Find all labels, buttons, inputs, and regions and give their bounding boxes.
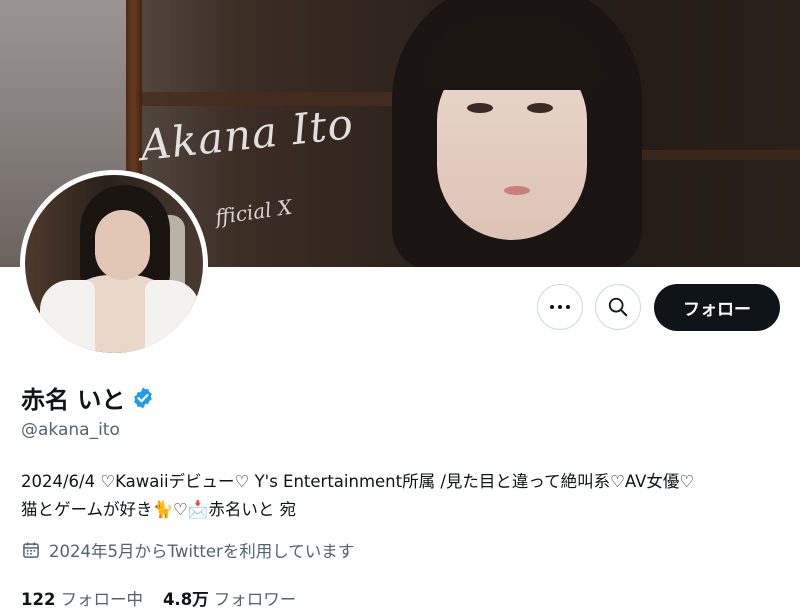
banner-signature-sub: fficial X bbox=[213, 194, 294, 230]
banner-eye-right bbox=[527, 103, 553, 113]
more-horizontal-icon bbox=[550, 305, 570, 309]
followers-link[interactable]: 4.8万 フォロワー bbox=[163, 586, 296, 610]
calendar-icon bbox=[23, 542, 39, 558]
follow-button[interactable]: フォロー bbox=[654, 284, 780, 331]
verified-badge-icon[interactable] bbox=[131, 386, 155, 410]
avatar[interactable] bbox=[20, 170, 208, 358]
join-date-text: 2024年5月からTwitterを利用しています bbox=[49, 542, 355, 561]
bio-line-1: 2024/6/4 ♡Kawaiiデビュー♡ Y's Entertainment所… bbox=[21, 472, 695, 491]
banner-eye-left bbox=[467, 103, 493, 113]
avatar-face bbox=[95, 210, 150, 280]
follow-stats: 122 フォロー中 4.8万 フォロワー bbox=[21, 586, 296, 610]
name-row: 赤名 いと bbox=[21, 380, 155, 415]
bio-line-2: 猫とゲームが好き🐈♡📩赤名いと 宛 bbox=[21, 500, 297, 519]
avatar-shirt-right bbox=[145, 280, 200, 353]
avatar-shirt-left bbox=[40, 280, 95, 353]
following-link[interactable]: 122 フォロー中 bbox=[21, 586, 143, 610]
avatar-image bbox=[25, 175, 203, 353]
banner-signature: Akana Ito bbox=[138, 98, 357, 171]
banner-shelf bbox=[142, 92, 402, 106]
banner-portrait bbox=[392, 0, 642, 267]
join-date: 2024年5月からTwitterを利用しています bbox=[21, 538, 354, 562]
profile-bio: 2024/6/4 ♡Kawaiiデビュー♡ Y's Entertainment所… bbox=[21, 468, 791, 524]
banner-bangs bbox=[427, 20, 602, 90]
more-button[interactable] bbox=[537, 284, 583, 330]
user-handle: @akana_ito bbox=[21, 420, 120, 440]
search-icon bbox=[608, 297, 628, 317]
banner-lips bbox=[504, 186, 530, 195]
display-name: 赤名 いと bbox=[21, 386, 126, 414]
search-button[interactable] bbox=[595, 284, 641, 330]
